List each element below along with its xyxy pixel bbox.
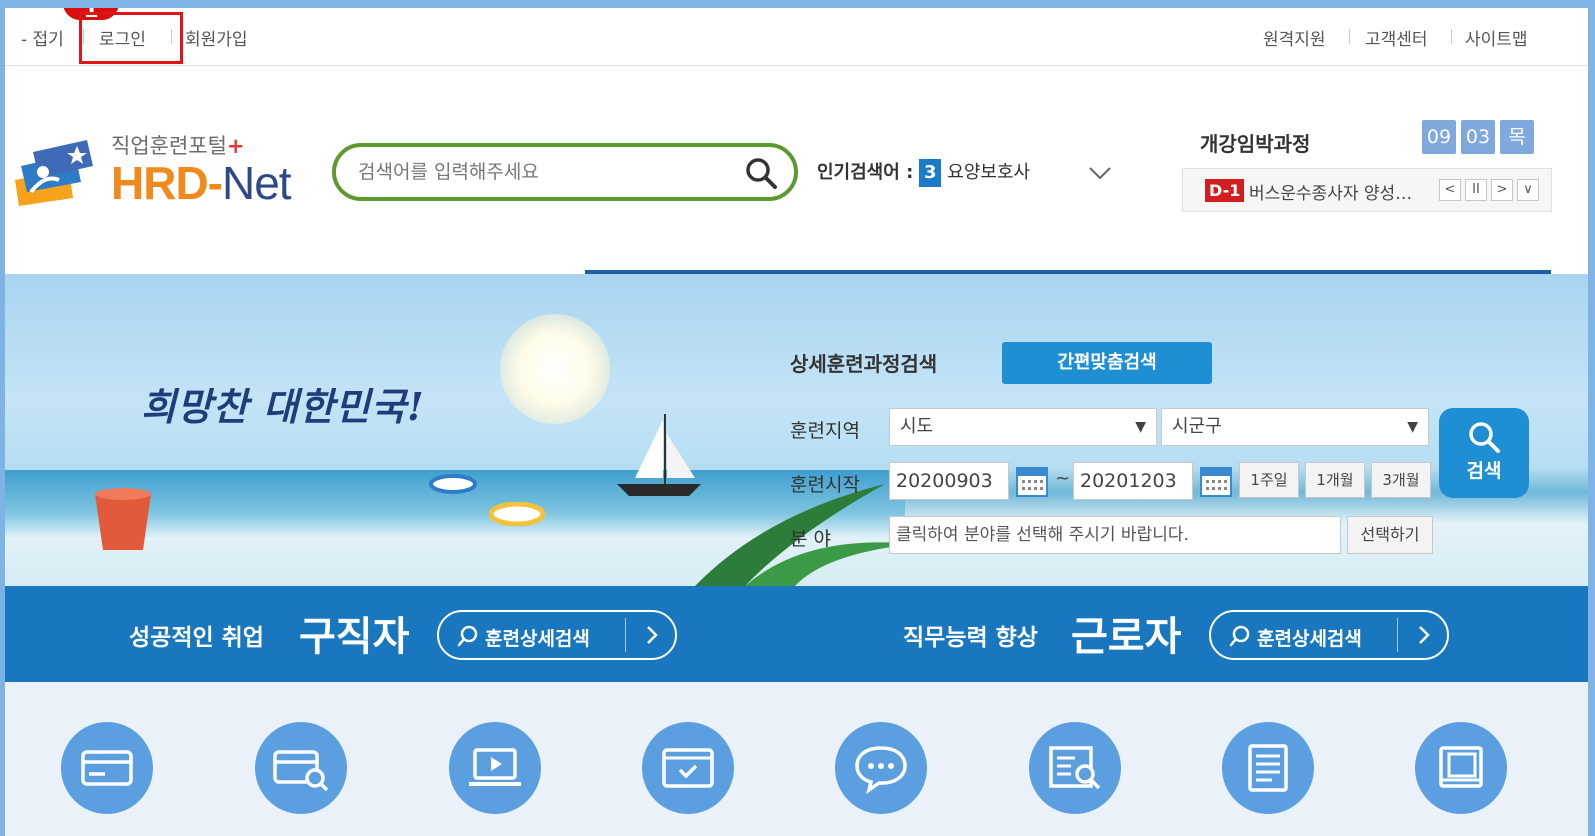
next-button[interactable]: > <box>1491 179 1513 201</box>
notice-icon[interactable] <box>1222 722 1314 814</box>
date-month: 09 <box>1422 120 1456 154</box>
sun-illustration <box>500 314 610 424</box>
chat-icon[interactable] <box>835 722 927 814</box>
top-utility-bar: - 접기 로그인 회원가입 원격지원 고객센터 사이트맵 1 <box>5 8 1588 66</box>
card-icon[interactable] <box>61 722 153 814</box>
simple-search-button[interactable]: 간편맞춤검색 <box>1002 342 1212 384</box>
end-date-input[interactable]: 20201203 <box>1073 462 1193 500</box>
chevron-down-icon: ▼ <box>1135 419 1146 435</box>
banner-slogan: 희망찬 대한민국! <box>141 384 425 429</box>
upcoming-courses-title: 개강임박과정 <box>1200 132 1311 156</box>
jobseeker-caption: 성공적인 취업 <box>129 625 264 651</box>
browser-frame: - 접기 로그인 회원가입 원격지원 고객센터 사이트맵 1 직업훈련포털+ H… <box>5 8 1588 836</box>
login-highlight-box <box>79 12 183 64</box>
search-input[interactable] <box>358 157 728 187</box>
worker-caption: 직무능력 향상 <box>903 625 1038 651</box>
course-link[interactable]: 버스운수종사자 양성… <box>1249 179 1435 204</box>
course-ticker: D-1 버스운수종사자 양성… < II > ∨ <box>1182 168 1552 212</box>
float-ring-illustration <box>429 474 477 494</box>
chevron-right-icon <box>647 626 658 644</box>
quick-menu <box>5 682 1588 836</box>
period-1week-button[interactable]: 1주일 <box>1239 462 1299 498</box>
worker-detail-search-button[interactable]: 훈련상세검색 <box>1209 610 1449 660</box>
chevron-down-icon: ▼ <box>1407 419 1418 435</box>
period-3month-button[interactable]: 3개월 <box>1371 462 1431 498</box>
calendar-icon[interactable] <box>1015 464 1049 498</box>
target-strip: 성공적인 취업 구직자 훈련상세검색 직무능력 향상 근로자 훈련상세검색 <box>5 586 1588 682</box>
jobseeker-detail-search-button[interactable]: 훈련상세검색 <box>437 610 677 660</box>
sitemap-link[interactable]: 사이트맵 <box>1465 25 1528 50</box>
book-icon[interactable] <box>1415 722 1507 814</box>
date-separator: ~ <box>1055 468 1071 489</box>
divider <box>1451 29 1452 44</box>
jobseeker-title: 구직자 <box>299 614 410 660</box>
field-select-input[interactable]: 클릭하여 분야를 선택해 주시기 바랍니다. <box>889 516 1341 554</box>
bucket-illustration <box>95 488 151 550</box>
district-select[interactable]: 시군구 ▼ <box>1161 408 1429 446</box>
dday-badge: D-1 <box>1205 179 1245 202</box>
logo-cards-icon <box>15 140 93 206</box>
date-weekday: 목 <box>1500 120 1534 154</box>
chevron-down-icon[interactable] <box>1087 160 1113 186</box>
chevron-right-icon <box>1419 626 1430 644</box>
pause-button[interactable]: II <box>1465 179 1487 201</box>
start-date-label: 훈련시작 <box>790 474 860 496</box>
main-search-box <box>332 143 798 201</box>
video-lecture-icon[interactable] <box>449 722 541 814</box>
card-search-icon[interactable] <box>255 722 347 814</box>
logo-wordmark: HRD-Net <box>111 157 292 209</box>
search-button[interactable]: 검색 <box>1439 408 1529 498</box>
customer-center-link[interactable]: 고객센터 <box>1365 25 1428 50</box>
collapse-link[interactable]: - 접기 <box>21 25 64 50</box>
field-select-button[interactable]: 선택하기 <box>1347 516 1433 554</box>
period-1month-button[interactable]: 1개월 <box>1305 462 1365 498</box>
region-select[interactable]: 시도 ▼ <box>889 408 1157 446</box>
prev-button[interactable]: < <box>1439 179 1461 201</box>
popular-keyword-link[interactable]: 요양보호사 <box>947 162 1030 183</box>
calendar-check-icon[interactable] <box>642 722 734 814</box>
popular-label: 인기검색어 : <box>817 162 914 183</box>
popular-keywords: 인기검색어 :3 요양보호사 <box>817 158 1030 187</box>
field-label: 분 야 <box>790 528 831 550</box>
popular-rank-badge: 3 <box>919 159 942 187</box>
search-icon <box>1229 625 1250 647</box>
document-search-icon[interactable] <box>1029 722 1121 814</box>
search-icon <box>457 625 478 647</box>
start-date-input[interactable]: 20200903 <box>889 462 1009 500</box>
hrd-net-logo[interactable]: 직업훈련포털+ HRD-Net <box>11 126 311 216</box>
search-icon[interactable] <box>744 156 778 190</box>
divider <box>1349 29 1350 44</box>
more-button[interactable]: ∨ <box>1517 179 1539 201</box>
date-day: 03 <box>1461 120 1495 154</box>
region-label: 훈련지역 <box>790 420 860 442</box>
float-ring-illustration <box>489 502 545 526</box>
advanced-search-title: 상세훈련과정검색 <box>790 352 938 376</box>
calendar-icon[interactable] <box>1199 464 1233 498</box>
search-icon <box>1469 422 1500 453</box>
search-button-label: 검색 <box>1466 460 1502 482</box>
main-banner: 희망찬 대한민국! 상세훈련과정검색 간편맞춤검색 훈련지역 시도 ▼ 시군구 ▼ … <box>5 274 1588 586</box>
signup-link[interactable]: 회원가입 <box>185 25 248 50</box>
remote-support-link[interactable]: 원격지원 <box>1263 25 1326 50</box>
worker-title: 근로자 <box>1071 614 1182 660</box>
